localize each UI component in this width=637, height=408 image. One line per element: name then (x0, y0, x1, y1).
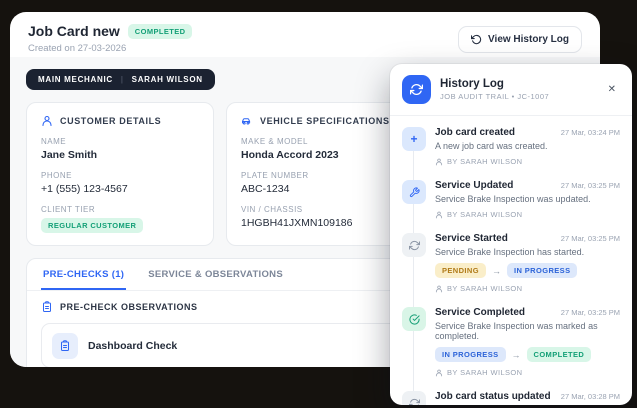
name-value: Jane Smith (41, 149, 98, 161)
plate-number-label: PLATE NUMBER (241, 171, 309, 180)
history-entry: Job card status updated 27 Mar, 03:28 PM… (402, 384, 620, 405)
history-log-title: History Log (440, 78, 504, 90)
vin-chassis-value: 1HGBH41JXMN109186 (241, 217, 353, 229)
vehicle-card-title: VEHICLE SPECIFICATIONS (260, 116, 390, 126)
plus-icon: + (402, 127, 426, 151)
clipboard-icon (41, 301, 53, 313)
page-title: Job Card new (28, 23, 120, 39)
screen: Job Card new COMPLETED Created on 27-03-… (0, 0, 637, 408)
make-model-value: Honda Accord 2023 (241, 149, 339, 161)
check-circle-icon (402, 307, 426, 331)
refresh-icon (402, 233, 426, 257)
history-entry: Service Started 27 Mar, 03:25 PM Service… (402, 226, 620, 300)
car-icon (241, 115, 253, 127)
user-icon (435, 158, 443, 166)
name-label: NAME (41, 137, 67, 146)
customer-details-card: CUSTOMER DETAILS NAME Jane Smith PHONE +… (26, 102, 214, 246)
clipboard-icon (52, 332, 78, 359)
customer-card-title: CUSTOMER DETAILS (60, 116, 162, 126)
history-clock-icon (471, 34, 482, 45)
status-from-badge: PENDING (435, 263, 486, 278)
close-icon[interactable]: ✕ (604, 81, 620, 99)
user-icon (435, 369, 443, 377)
tab-service-observations[interactable]: SERVICE & OBSERVATIONS (146, 259, 285, 290)
tab-prechecks[interactable]: PRE-CHECKS (1) (41, 259, 127, 290)
phone-value: +1 (555) 123-4567 (41, 183, 128, 195)
vin-chassis-label: VIN / CHASSIS (241, 205, 303, 214)
arrow-right-icon: → (511, 349, 521, 360)
history-entries-list[interactable]: + Job card created 27 Mar, 03:24 PM A ne… (390, 116, 632, 405)
make-model-label: MAKE & MODEL (241, 137, 308, 146)
status-to-badge: IN PROGRESS (506, 263, 578, 278)
history-log-panel: History Log JOB AUDIT TRAIL • JC-1007 ✕ … (390, 64, 632, 405)
main-mechanic-pill: MAIN MECHANIC | SARAH WILSON (26, 69, 215, 90)
history-sync-icon (402, 75, 431, 104)
wrench-icon (402, 180, 426, 204)
client-tier-badge: REGULAR CUSTOMER (41, 218, 144, 233)
history-log-header: History Log JOB AUDIT TRAIL • JC-1007 ✕ (390, 64, 632, 116)
history-entry: Service Completed 27 Mar, 03:25 PM Servi… (402, 300, 620, 384)
arrow-right-icon: → (491, 265, 501, 276)
refresh-icon (402, 391, 426, 405)
view-history-log-button[interactable]: View History Log (458, 26, 582, 53)
status-to-badge: COMPLETED (526, 347, 592, 362)
history-entry: + Job card created 27 Mar, 03:24 PM A ne… (402, 120, 620, 173)
client-tier-label: CLIENT TIER (41, 205, 96, 214)
user-icon (435, 211, 443, 219)
user-icon (435, 285, 443, 293)
phone-label: PHONE (41, 171, 72, 180)
vehicle-specifications-card: VEHICLE SPECIFICATIONS MAKE & MODEL Hond… (226, 102, 414, 246)
plate-number-value: ABC-1234 (241, 183, 290, 195)
created-date: Created on 27-03-2026 (28, 43, 127, 54)
user-icon (41, 115, 53, 127)
history-entry: Service Updated 27 Mar, 03:25 PM Service… (402, 173, 620, 226)
history-log-subtitle: JOB AUDIT TRAIL • JC-1007 (440, 92, 550, 101)
pill-divider: | (120, 75, 124, 84)
status-badge: COMPLETED (127, 23, 193, 39)
status-from-badge: IN PROGRESS (435, 347, 506, 362)
